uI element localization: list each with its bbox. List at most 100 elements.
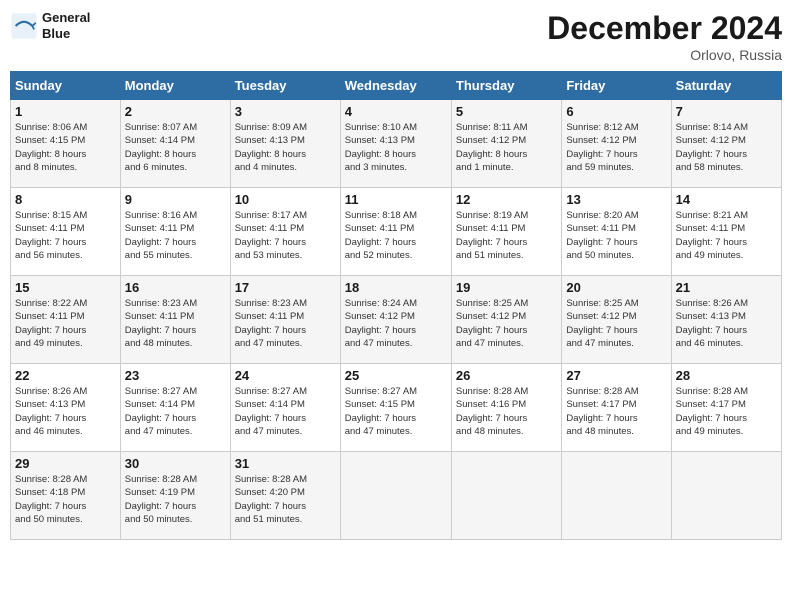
day-info: Sunrise: 8:15 AMSunset: 4:11 PMDaylight:… — [15, 209, 116, 262]
header-cell-friday: Friday — [562, 72, 671, 100]
day-info: Sunrise: 8:14 AMSunset: 4:12 PMDaylight:… — [676, 121, 777, 174]
day-number: 11 — [345, 192, 447, 207]
day-info: Sunrise: 8:21 AMSunset: 4:11 PMDaylight:… — [676, 209, 777, 262]
day-number: 24 — [235, 368, 336, 383]
calendar-cell: 22Sunrise: 8:26 AMSunset: 4:13 PMDayligh… — [11, 364, 121, 452]
logo-text: General Blue — [42, 10, 90, 41]
day-number: 26 — [456, 368, 557, 383]
day-info: Sunrise: 8:12 AMSunset: 4:12 PMDaylight:… — [566, 121, 666, 174]
day-number: 30 — [125, 456, 226, 471]
day-number: 19 — [456, 280, 557, 295]
header-cell-monday: Monday — [120, 72, 230, 100]
day-number: 3 — [235, 104, 336, 119]
header-cell-wednesday: Wednesday — [340, 72, 451, 100]
calendar-cell: 6 Sunrise: 8:12 AMSunset: 4:12 PMDaylight… — [562, 100, 671, 188]
calendar-cell: 20Sunrise: 8:25 AMSunset: 4:12 PMDayligh… — [562, 276, 671, 364]
day-info: Sunrise: 8:28 AMSunset: 4:18 PMDaylight:… — [15, 473, 116, 526]
calendar-cell: 15 Sunrise: 8:22 AMSunset: 4:11 PMDayligh… — [11, 276, 121, 364]
week-row-4: 22Sunrise: 8:26 AMSunset: 4:13 PMDayligh… — [11, 364, 782, 452]
day-info: Sunrise: 8:28 AMSunset: 4:16 PMDaylight:… — [456, 385, 557, 438]
day-number: 8 — [15, 192, 116, 207]
calendar-cell: 11Sunrise: 8:18 AMSunset: 4:11 PMDayligh… — [340, 188, 451, 276]
title-area: December 2024 Orlovo, Russia — [547, 10, 782, 63]
day-info: Sunrise: 8:27 AMSunset: 4:14 PMDaylight:… — [235, 385, 336, 438]
day-info: Sunrise: 8:19 AMSunset: 4:11 PMDaylight:… — [456, 209, 557, 262]
header-cell-sunday: Sunday — [11, 72, 121, 100]
day-info: Sunrise: 8:28 AMSunset: 4:19 PMDaylight:… — [125, 473, 226, 526]
calendar-cell: 12Sunrise: 8:19 AMSunset: 4:11 PMDayligh… — [451, 188, 561, 276]
calendar-cell: 21Sunrise: 8:26 AMSunset: 4:13 PMDayligh… — [671, 276, 781, 364]
calendar-title: December 2024 — [547, 10, 782, 47]
day-number: 20 — [566, 280, 666, 295]
calendar-cell: 9 Sunrise: 8:16 AMSunset: 4:11 PMDaylight… — [120, 188, 230, 276]
day-info: Sunrise: 8:23 AMSunset: 4:11 PMDaylight:… — [235, 297, 336, 350]
day-number: 17 — [235, 280, 336, 295]
day-number: 10 — [235, 192, 336, 207]
day-info: Sunrise: 8:22 AMSunset: 4:11 PMDaylight:… — [15, 297, 116, 350]
calendar-cell: 1 Sunrise: 8:06 AMSunset: 4:15 PMDaylight… — [11, 100, 121, 188]
calendar-cell — [451, 452, 561, 540]
day-number: 29 — [15, 456, 116, 471]
day-number: 6 — [566, 104, 666, 119]
day-info: Sunrise: 8:26 AMSunset: 4:13 PMDaylight:… — [15, 385, 116, 438]
header-cell-thursday: Thursday — [451, 72, 561, 100]
header: General Blue December 2024 Orlovo, Russi… — [10, 10, 782, 63]
calendar-cell: 30 Sunrise: 8:28 AMSunset: 4:19 PMDayligh… — [120, 452, 230, 540]
calendar-cell: 16 Sunrise: 8:23 AMSunset: 4:11 PMDayligh… — [120, 276, 230, 364]
calendar-cell: 7 Sunrise: 8:14 AMSunset: 4:12 PMDaylight… — [671, 100, 781, 188]
calendar-cell: 10 Sunrise: 8:17 AMSunset: 4:11 PMDayligh… — [230, 188, 340, 276]
calendar-cell: 13 Sunrise: 8:20 AMSunset: 4:11 PMDayligh… — [562, 188, 671, 276]
day-number: 25 — [345, 368, 447, 383]
day-info: Sunrise: 8:07 AMSunset: 4:14 PMDaylight:… — [125, 121, 226, 174]
day-number: 18 — [345, 280, 447, 295]
logo-icon — [10, 12, 38, 40]
day-number: 15 — [15, 280, 116, 295]
day-number: 9 — [125, 192, 226, 207]
day-number: 16 — [125, 280, 226, 295]
week-row-1: 1 Sunrise: 8:06 AMSunset: 4:15 PMDaylight… — [11, 100, 782, 188]
logo: General Blue — [10, 10, 90, 41]
day-number: 27 — [566, 368, 666, 383]
calendar-cell: 5Sunrise: 8:11 AMSunset: 4:12 PMDaylight… — [451, 100, 561, 188]
calendar-cell: 23Sunrise: 8:27 AMSunset: 4:14 PMDayligh… — [120, 364, 230, 452]
day-info: Sunrise: 8:16 AMSunset: 4:11 PMDaylight:… — [125, 209, 226, 262]
day-info: Sunrise: 8:10 AMSunset: 4:13 PMDaylight:… — [345, 121, 447, 174]
day-number: 7 — [676, 104, 777, 119]
day-number: 23 — [125, 368, 226, 383]
week-row-3: 15 Sunrise: 8:22 AMSunset: 4:11 PMDayligh… — [11, 276, 782, 364]
day-info: Sunrise: 8:28 AMSunset: 4:20 PMDaylight:… — [235, 473, 336, 526]
day-number: 13 — [566, 192, 666, 207]
day-info: Sunrise: 8:20 AMSunset: 4:11 PMDaylight:… — [566, 209, 666, 262]
calendar-cell: 27 Sunrise: 8:28 AMSunset: 4:17 PMDayligh… — [562, 364, 671, 452]
day-info: Sunrise: 8:28 AMSunset: 4:17 PMDaylight:… — [566, 385, 666, 438]
calendar-subtitle: Orlovo, Russia — [547, 47, 782, 63]
calendar-cell — [671, 452, 781, 540]
day-info: Sunrise: 8:11 AMSunset: 4:12 PMDaylight:… — [456, 121, 557, 174]
day-info: Sunrise: 8:06 AMSunset: 4:15 PMDaylight:… — [15, 121, 116, 174]
day-number: 21 — [676, 280, 777, 295]
calendar-cell: 17 Sunrise: 8:23 AMSunset: 4:11 PMDayligh… — [230, 276, 340, 364]
calendar-cell: 4 Sunrise: 8:10 AMSunset: 4:13 PMDaylight… — [340, 100, 451, 188]
day-info: Sunrise: 8:28 AMSunset: 4:17 PMDaylight:… — [676, 385, 777, 438]
calendar-cell: 24 Sunrise: 8:27 AMSunset: 4:14 PMDayligh… — [230, 364, 340, 452]
calendar-cell: 14 Sunrise: 8:21 AMSunset: 4:11 PMDayligh… — [671, 188, 781, 276]
day-info: Sunrise: 8:27 AMSunset: 4:15 PMDaylight:… — [345, 385, 447, 438]
day-number: 14 — [676, 192, 777, 207]
calendar-cell: 2Sunrise: 8:07 AMSunset: 4:14 PMDaylight… — [120, 100, 230, 188]
calendar-cell: 18 Sunrise: 8:24 AMSunset: 4:12 PMDayligh… — [340, 276, 451, 364]
day-info: Sunrise: 8:24 AMSunset: 4:12 PMDaylight:… — [345, 297, 447, 350]
week-row-2: 8 Sunrise: 8:15 AMSunset: 4:11 PMDaylight… — [11, 188, 782, 276]
day-number: 4 — [345, 104, 447, 119]
calendar-cell: 3 Sunrise: 8:09 AMSunset: 4:13 PMDaylight… — [230, 100, 340, 188]
calendar-cell: 25 Sunrise: 8:27 AMSunset: 4:15 PMDayligh… — [340, 364, 451, 452]
week-row-5: 29 Sunrise: 8:28 AMSunset: 4:18 PMDayligh… — [11, 452, 782, 540]
calendar-cell: 31Sunrise: 8:28 AMSunset: 4:20 PMDayligh… — [230, 452, 340, 540]
day-info: Sunrise: 8:09 AMSunset: 4:13 PMDaylight:… — [235, 121, 336, 174]
calendar-cell: 26 Sunrise: 8:28 AMSunset: 4:16 PMDayligh… — [451, 364, 561, 452]
day-info: Sunrise: 8:17 AMSunset: 4:11 PMDaylight:… — [235, 209, 336, 262]
calendar-cell: 28Sunrise: 8:28 AMSunset: 4:17 PMDayligh… — [671, 364, 781, 452]
day-info: Sunrise: 8:23 AMSunset: 4:11 PMDaylight:… — [125, 297, 226, 350]
calendar-table: SundayMondayTuesdayWednesdayThursdayFrid… — [10, 71, 782, 540]
day-number: 1 — [15, 104, 116, 119]
day-info: Sunrise: 8:25 AMSunset: 4:12 PMDaylight:… — [456, 297, 557, 350]
